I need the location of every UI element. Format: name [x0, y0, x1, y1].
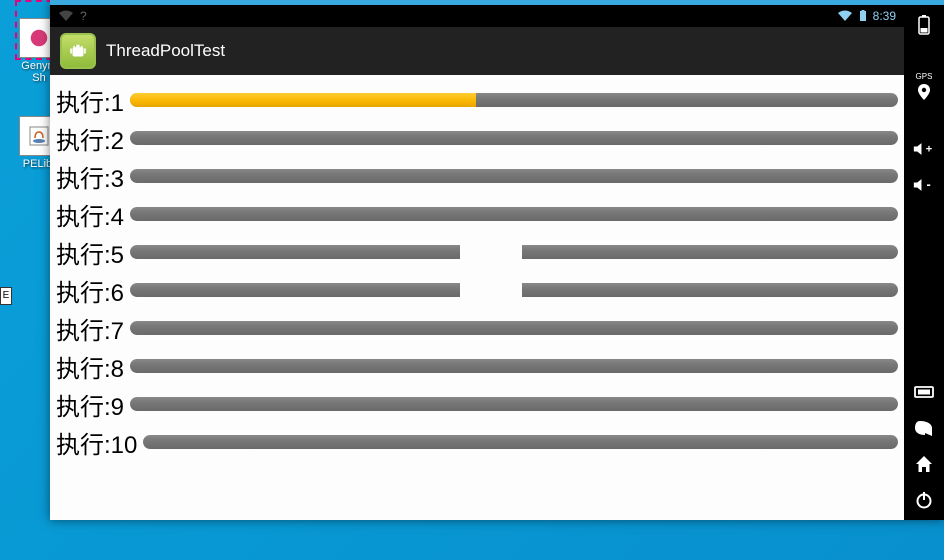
progress-row: 执行:3 — [56, 157, 898, 195]
progress-track — [130, 397, 898, 411]
progress-row-label: 执行:6 — [56, 273, 130, 308]
progress-gap — [460, 245, 521, 259]
device-screen: ? 8:39 — [50, 5, 904, 520]
app-action-bar: ThreadPoolTest — [50, 27, 904, 75]
help-icon: ? — [80, 9, 87, 23]
coffee-cup-icon — [27, 124, 51, 148]
rotate-button[interactable] — [910, 378, 938, 406]
progress-bar — [130, 321, 898, 335]
progress-bar — [130, 359, 898, 373]
progress-track — [130, 131, 898, 145]
progress-row: 执行:10 — [56, 423, 898, 461]
progress-track — [130, 359, 898, 373]
progress-gap — [460, 283, 521, 297]
power-button[interactable] — [910, 486, 938, 514]
svg-text:-: - — [927, 177, 931, 191]
wifi-dim-icon — [58, 10, 74, 22]
progress-row: 执行:6 — [56, 271, 898, 309]
progress-row: 执行:5 — [56, 233, 898, 271]
wifi-icon — [837, 10, 853, 22]
progress-row-label: 执行:10 — [56, 425, 143, 460]
host-desktop: Genym Sh PELib. E ? — [0, 0, 944, 560]
volume-down-button[interactable]: - — [910, 171, 938, 199]
app-icon — [60, 33, 96, 69]
progress-row-label: 执行:3 — [56, 159, 130, 194]
progress-row-label: 执行:8 — [56, 349, 130, 384]
progress-row-label: 执行:1 — [56, 83, 130, 118]
progress-fill — [130, 93, 476, 107]
gps-label: GPS — [916, 73, 933, 81]
android-icon — [67, 40, 89, 62]
progress-row: 执行:1 — [56, 81, 898, 119]
progress-row: 执行:2 — [56, 119, 898, 157]
progress-track — [130, 169, 898, 183]
gps-icon[interactable] — [910, 83, 938, 101]
progress-row: 执行:8 — [56, 347, 898, 385]
progress-track — [130, 207, 898, 221]
progress-row: 执行:7 — [56, 309, 898, 347]
progress-bar — [143, 435, 898, 449]
progress-track — [143, 435, 898, 449]
progress-row-label: 执行:5 — [56, 235, 130, 270]
progress-bar — [130, 397, 898, 411]
volume-up-button[interactable]: + — [910, 135, 938, 163]
progress-row-label: 执行:2 — [56, 121, 130, 156]
progress-bar — [130, 169, 898, 183]
emulator-window: ? 8:39 — [50, 0, 944, 520]
svg-text:+: + — [926, 143, 932, 155]
back-button[interactable] — [910, 414, 938, 442]
status-time: 8:39 — [873, 9, 896, 23]
android-status-bar: ? 8:39 — [50, 5, 904, 27]
progress-track — [130, 321, 898, 335]
emulator-toolbar: GPS + - — [904, 5, 944, 520]
battery-icon — [859, 10, 867, 22]
progress-row-label: 执行:7 — [56, 311, 130, 346]
progress-row-label: 执行:9 — [56, 387, 130, 422]
progress-row-label: 执行:4 — [56, 197, 130, 232]
progress-bar — [130, 245, 898, 259]
progress-bar — [130, 131, 898, 145]
genymotion-icon — [28, 27, 50, 49]
battery-indicator-icon[interactable] — [910, 11, 938, 39]
progress-bar — [130, 283, 898, 297]
progress-bar — [130, 93, 898, 107]
side-stub: E — [0, 287, 12, 305]
app-content: 执行:1执行:2执行:3执行:4执行:5执行:6执行:7执行:8执行:9执行:1… — [50, 75, 904, 520]
app-title: ThreadPoolTest — [106, 41, 225, 61]
home-button[interactable] — [910, 450, 938, 478]
progress-row: 执行:4 — [56, 195, 898, 233]
progress-bar — [130, 207, 898, 221]
progress-row: 执行:9 — [56, 385, 898, 423]
